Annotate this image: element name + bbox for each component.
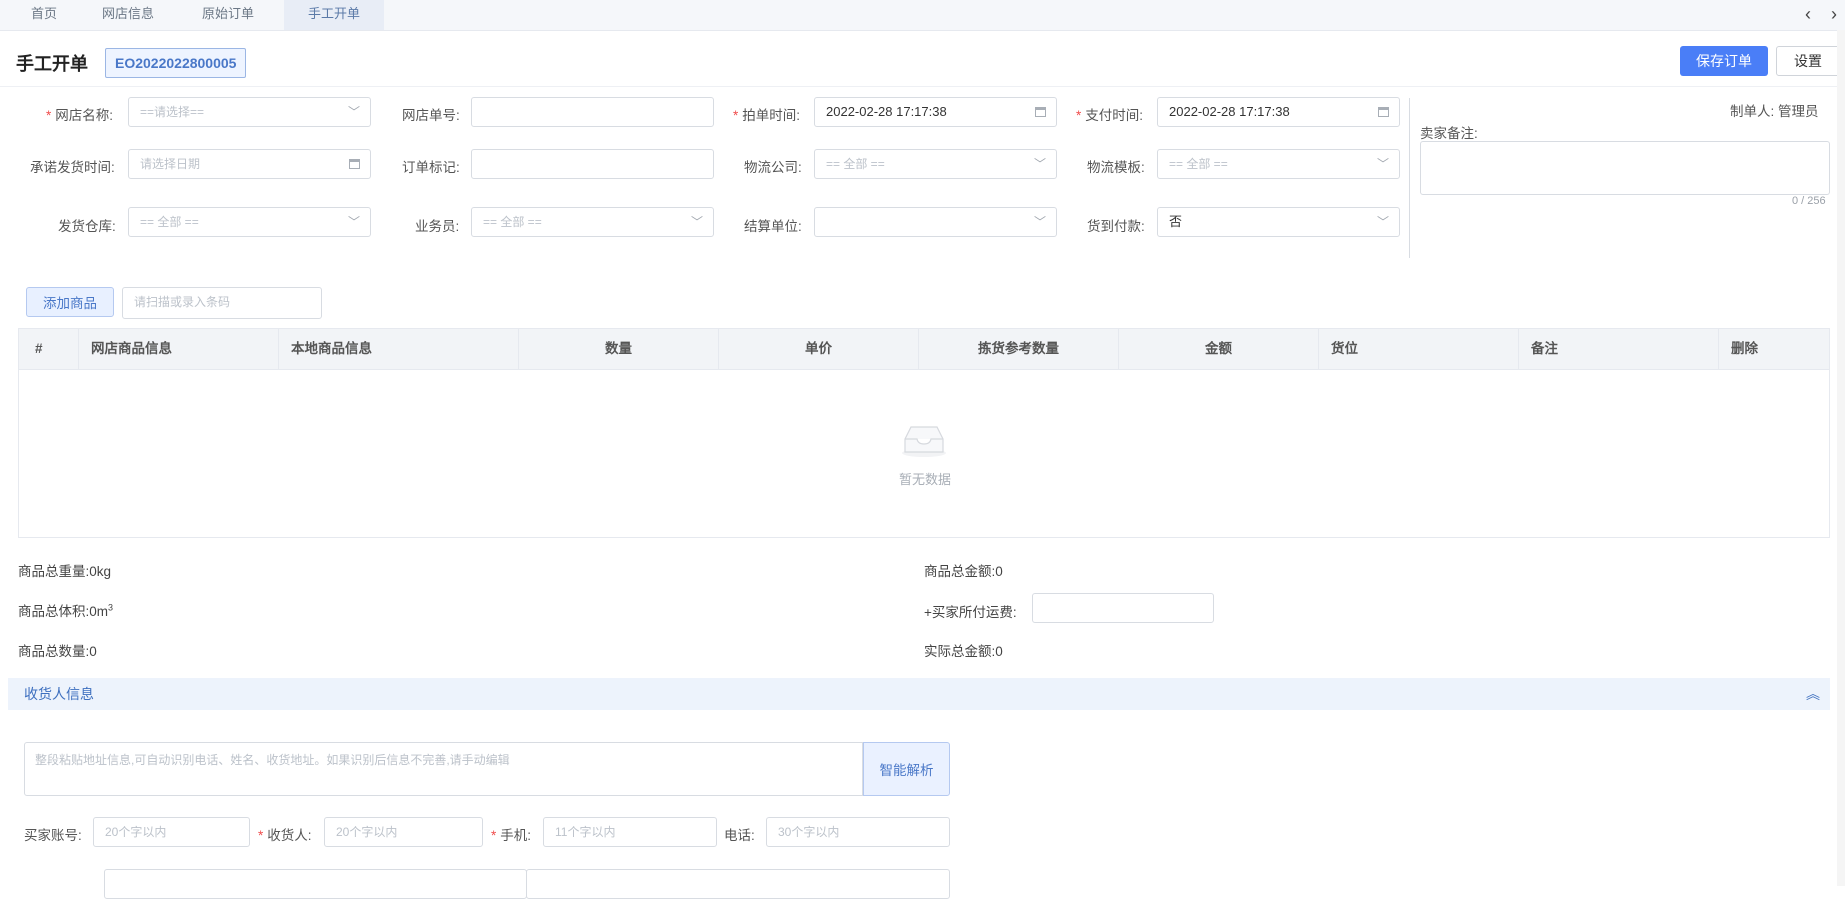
calendar-icon [349, 159, 360, 169]
shop-name-select[interactable]: ==请选择== ﹀ [128, 97, 371, 127]
col-shop-product: 网店商品信息 [79, 329, 279, 369]
region-select[interactable] [104, 869, 527, 899]
phone-input[interactable]: 30个字以内 [766, 817, 950, 847]
table-header: # 网店商品信息 本地商品信息 数量 单价 拣货参考数量 金额 货位 备注 删除 [19, 329, 1829, 370]
total-quantity: 商品总数量:0 [18, 644, 97, 659]
settings-button[interactable]: 设置 [1776, 46, 1840, 76]
cod-label: 货到付款: [1087, 219, 1145, 234]
pay-time-input[interactable]: 2022-02-28 17:17:38 [1157, 97, 1400, 127]
col-pick-qty: 拣货参考数量 [919, 329, 1119, 369]
shipping-fee-label: +买家所付运费: [924, 605, 1017, 620]
barcode-input[interactable]: 请扫描或录入条码 [122, 287, 322, 319]
order-flag-input[interactable] [471, 149, 714, 179]
tab-shop-info[interactable]: 网店信息 [88, 0, 168, 30]
chevron-down-icon: ﹀ [690, 215, 703, 229]
mobile-input[interactable]: 11个字以内 [543, 817, 717, 847]
cod-select[interactable]: 否 ﹀ [1157, 207, 1400, 237]
col-amount: 金额 [1119, 329, 1319, 369]
shop-name-label: * 网店名称: [46, 108, 114, 123]
chevron-down-icon: ﹀ [1033, 157, 1046, 171]
logistics-company-select[interactable]: == 全部 == ﹀ [814, 149, 1057, 179]
promise-ship-time-label: 承诺发货时间: [30, 160, 115, 175]
empty-inbox-icon [902, 426, 946, 457]
collapse-up-icon[interactable]: ︽ [1806, 678, 1820, 710]
warehouse-select[interactable]: == 全部 == ﹀ [128, 207, 371, 237]
col-location: 货位 [1319, 329, 1519, 369]
buyer-account-input[interactable]: 20个字以内 [93, 817, 250, 847]
col-unit-price: 单价 [719, 329, 919, 369]
seller-remark-label: 卖家备注: [1420, 126, 1478, 141]
char-counter: 0 / 256 [1792, 195, 1826, 207]
shop-order-no-input[interactable] [471, 97, 714, 127]
settlement-unit-label: 结算单位: [744, 219, 802, 234]
save-order-button[interactable]: 保存订单 [1680, 46, 1768, 76]
vertical-divider [1409, 98, 1410, 258]
total-amount: 商品总金额:0 [924, 564, 1003, 579]
order-maker: 制单人: 管理员 [1730, 104, 1819, 119]
empty-text: 暂无数据 [898, 472, 951, 487]
col-index: # [19, 329, 79, 369]
chevron-down-icon: ﹀ [347, 105, 360, 119]
tab-home[interactable]: 首页 [12, 0, 76, 30]
chevron-down-icon: ﹀ [1376, 215, 1389, 229]
page-title: 手工开单 [16, 54, 88, 74]
phone-label: 电话: [724, 828, 755, 843]
calendar-icon [1378, 107, 1389, 117]
shipping-fee-input[interactable] [1032, 593, 1214, 623]
receiver-name-input[interactable]: 20个字以内 [324, 817, 483, 847]
add-product-button[interactable]: 添加商品 [26, 287, 114, 317]
order-flag-label: 订单标记: [402, 160, 460, 175]
shop-order-no-label: 网店单号: [402, 108, 460, 123]
col-delete: 删除 [1731, 341, 1758, 356]
col-remark: 备注 [1519, 329, 1719, 369]
section-title: 收货人信息 [24, 686, 94, 702]
total-weight: 商品总重量:0kg [18, 564, 112, 579]
col-local-product: 本地商品信息 [279, 329, 519, 369]
chevron-left-icon[interactable]: ‹ [1798, 4, 1818, 24]
receiver-section-header[interactable]: 收货人信息 ︽ [8, 678, 1830, 710]
tab-manual-order[interactable]: 手工开单 [284, 0, 384, 30]
buyer-account-label: 买家账号: [24, 828, 82, 843]
seller-remark-textarea[interactable] [1420, 141, 1830, 195]
smart-parse-button[interactable]: 智能解析 [863, 742, 950, 796]
warehouse-label: 发货仓库: [58, 219, 116, 234]
logistics-template-label: 物流模板: [1087, 160, 1145, 175]
tab-bar: 首页 网店信息 原始订单 手工开单 ‹ › [0, 0, 1845, 31]
address-paste-textarea[interactable]: 整段粘贴地址信息,可自动识别电话、姓名、收货地址。如果识别后信息不完善,请手动编… [24, 742, 863, 796]
settlement-unit-select[interactable]: ﹀ [814, 207, 1057, 237]
actual-total-amount: 实际总金额:0 [924, 644, 1003, 659]
tab-original-orders[interactable]: 原始订单 [188, 0, 268, 30]
chevron-down-icon: ﹀ [1376, 157, 1389, 171]
salesman-label: 业务员: [415, 219, 460, 234]
order-number-badge: EO2022022800005 [105, 48, 247, 78]
pay-time-label: * 支付时间: [1076, 108, 1144, 123]
chevron-right-icon[interactable]: › [1824, 4, 1844, 24]
address-input[interactable] [526, 869, 950, 899]
mobile-label: * 手机: [491, 828, 532, 843]
scrollbar[interactable] [1837, 30, 1845, 886]
order-time-label: * 拍单时间: [733, 108, 801, 123]
promise-ship-time-input[interactable]: 请选择日期 [128, 149, 371, 179]
salesman-select[interactable]: == 全部 == ﹀ [471, 207, 714, 237]
total-volume: 商品总体积:0m3 [18, 602, 114, 620]
calendar-icon [1035, 107, 1046, 117]
chevron-down-icon: ﹀ [1033, 215, 1046, 229]
order-time-input[interactable]: 2022-02-28 17:17:38 [814, 97, 1057, 127]
goods-table: # 网店商品信息 本地商品信息 数量 单价 拣货参考数量 金额 货位 备注 删除… [18, 328, 1830, 538]
logistics-template-select[interactable]: == 全部 == ﹀ [1157, 149, 1400, 179]
logistics-company-label: 物流公司: [744, 160, 802, 175]
receiver-name-label: * 收货人: [258, 828, 312, 843]
col-quantity: 数量 [519, 329, 719, 369]
chevron-down-icon: ﹀ [347, 215, 360, 229]
page-header: 手工开单 EO2022022800005 保存订单 设置 [0, 36, 1845, 87]
